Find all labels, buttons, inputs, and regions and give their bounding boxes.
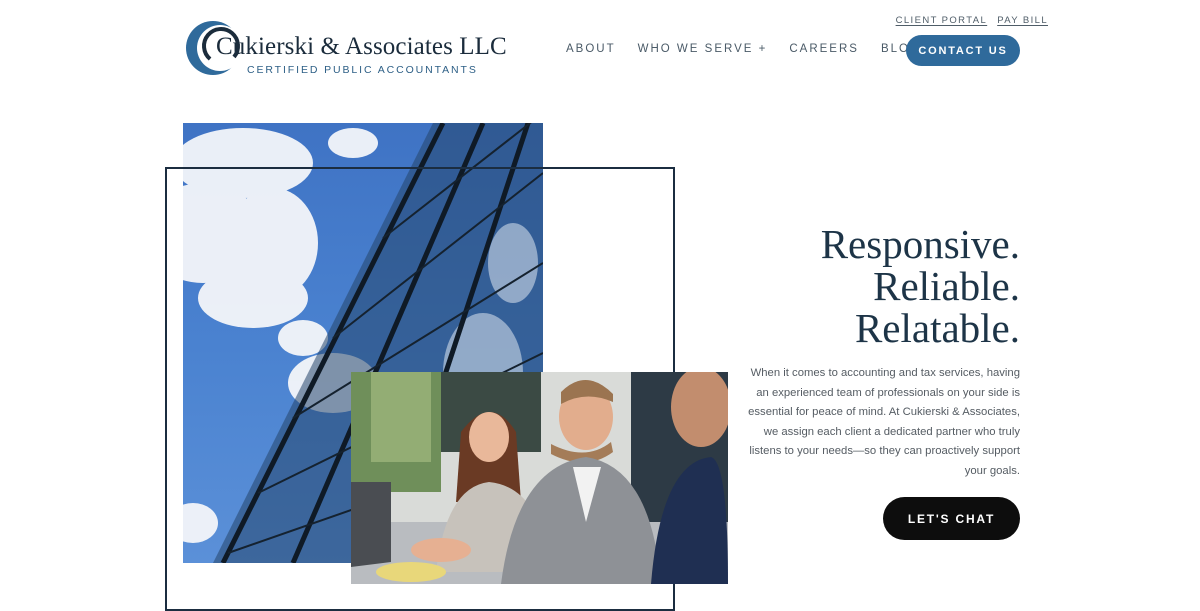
- headline-line-1: Responsive.: [820, 221, 1020, 267]
- utility-links: CLIENT PORTAL PAY BILL: [896, 15, 1048, 26]
- nav-item-careers[interactable]: CAREERS: [789, 43, 859, 55]
- hero-body-text: When it comes to accounting and tax serv…: [748, 367, 1020, 477]
- nav-item-about[interactable]: ABOUT: [566, 43, 616, 55]
- brand-tagline: CERTIFIED PUBLIC ACCOUNTANTS: [247, 64, 478, 76]
- headline-line-2: Reliable.: [873, 263, 1020, 309]
- contact-us-button[interactable]: CONTACT US: [906, 35, 1020, 66]
- team-meeting-photo: [351, 372, 728, 584]
- pay-bill-link[interactable]: PAY BILL: [997, 15, 1048, 26]
- site-logo[interactable]: Cukierski & Associates LLC CERTIFIED PUB…: [185, 19, 507, 79]
- main-nav: ABOUT WHO WE SERVE + CAREERS BLOGS: [566, 43, 953, 55]
- client-portal-link[interactable]: CLIENT PORTAL: [896, 15, 988, 26]
- brand-name: Cukierski & Associates LLC: [216, 33, 507, 60]
- lets-chat-button[interactable]: LET'S CHAT: [883, 497, 1020, 540]
- hero-headline: Responsive. Reliable. Relatable.: [821, 223, 1020, 349]
- nav-item-who-we-serve[interactable]: WHO WE SERVE +: [638, 43, 768, 55]
- headline-line-3: Relatable.: [854, 305, 1020, 351]
